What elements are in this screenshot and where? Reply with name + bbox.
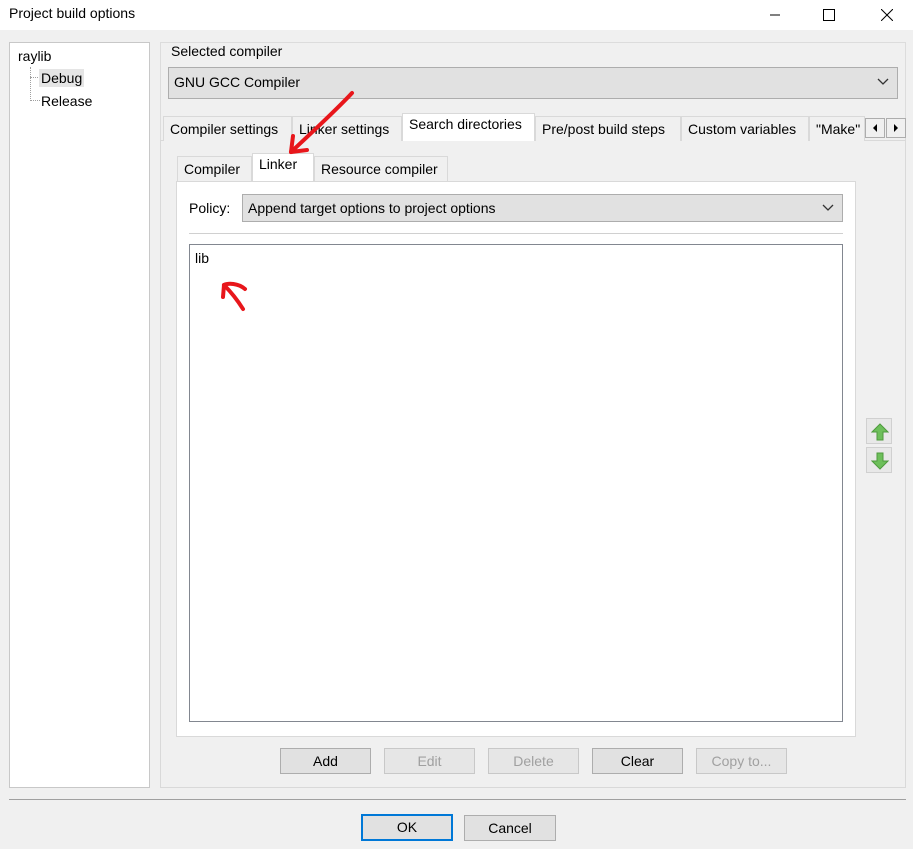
tree-item-debug[interactable]: Debug [39, 69, 85, 87]
cancel-button[interactable]: Cancel [464, 815, 556, 841]
minimize-icon [770, 14, 780, 16]
selected-compiler-label: Selected compiler [170, 43, 284, 59]
policy-select-value: Append target options to project options [248, 200, 496, 216]
tab-scroll-arrows [865, 118, 907, 138]
chevron-down-icon [877, 78, 889, 85]
target-tree[interactable]: raylib Debug Release [9, 42, 150, 788]
tab-scroll-right-button[interactable] [886, 118, 906, 138]
separator [189, 233, 843, 234]
tree-root-item[interactable]: raylib [16, 47, 53, 65]
title-bar: Project build options [0, 0, 913, 30]
arrow-up-icon [871, 423, 889, 441]
policy-select[interactable]: Append target options to project options [242, 194, 843, 222]
chevron-down-icon [822, 204, 834, 211]
copy-to-button[interactable]: Copy to... [696, 748, 787, 774]
tab-custom-variables[interactable]: Custom variables [681, 116, 809, 141]
tab-linker[interactable]: Linker [252, 153, 314, 181]
arrow-down-icon [871, 452, 889, 470]
directories-list[interactable]: lib [189, 244, 843, 722]
tab-pre-post-build-steps[interactable]: Pre/post build steps [535, 116, 681, 141]
tab-resource-compiler[interactable]: Resource compiler [314, 156, 448, 181]
policy-label: Policy: [189, 200, 231, 216]
list-item[interactable]: lib [195, 250, 209, 266]
caret-left-icon [873, 124, 877, 132]
tab-compiler[interactable]: Compiler [177, 156, 252, 181]
separator [9, 799, 906, 800]
close-icon [881, 9, 893, 21]
compiler-select-value: GNU GCC Compiler [174, 74, 301, 90]
delete-button[interactable]: Delete [488, 748, 579, 774]
close-button[interactable] [864, 0, 910, 30]
add-button[interactable]: Add [280, 748, 371, 774]
tree-item-release[interactable]: Release [39, 92, 94, 110]
clear-button[interactable]: Clear [592, 748, 683, 774]
move-down-button[interactable] [866, 447, 892, 473]
maximize-button[interactable] [806, 0, 852, 30]
edit-button[interactable]: Edit [384, 748, 475, 774]
compiler-select[interactable]: GNU GCC Compiler [168, 67, 898, 99]
tab-search-directories[interactable]: Search directories [402, 113, 535, 141]
tree-connector [30, 67, 31, 101]
tab-linker-settings[interactable]: Linker settings [292, 116, 402, 141]
move-up-button[interactable] [866, 418, 892, 444]
ok-button[interactable]: OK [361, 814, 453, 841]
window-title: Project build options [9, 5, 136, 21]
minimize-button[interactable] [752, 0, 798, 30]
caret-right-icon [894, 124, 898, 132]
tab-make[interactable]: "Make" [809, 116, 865, 141]
tab-compiler-settings[interactable]: Compiler settings [163, 116, 292, 141]
tab-scroll-left-button[interactable] [865, 118, 885, 138]
maximize-icon [823, 9, 835, 21]
